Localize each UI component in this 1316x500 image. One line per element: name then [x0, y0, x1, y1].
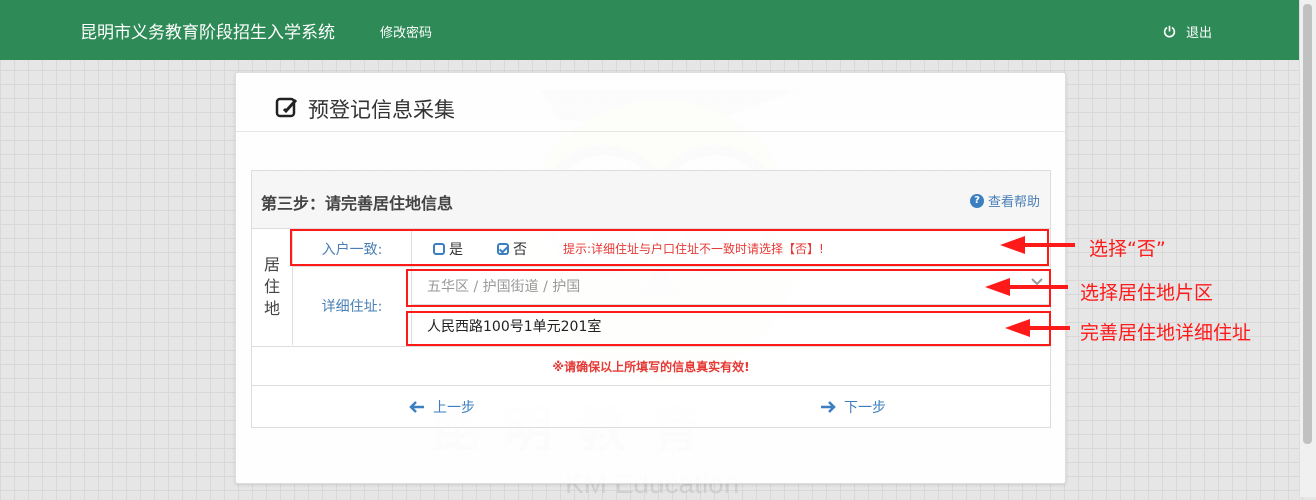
residence-char-2: 住	[263, 277, 280, 296]
residence-char-3: 地	[263, 299, 280, 318]
arrow-left-icon	[409, 401, 424, 413]
arrow-right-icon	[821, 401, 836, 413]
help-label: 查看帮助	[987, 195, 1040, 210]
prev-step-label: 上一步	[433, 400, 475, 416]
logout-button[interactable]: 退出	[1163, 22, 1212, 41]
step-title: 第三步：请完善居住地信息	[261, 194, 454, 213]
highlight-box-address	[406, 311, 1051, 346]
annotation-complete-address: 完善居住地详细住址	[1080, 322, 1252, 344]
notice-row: ※请确保以上所填写的信息真实有效!	[252, 346, 1050, 386]
card-header: 预登记信息采集	[236, 73, 1065, 132]
question-circle-icon: ?	[969, 193, 984, 208]
step-navigation: 上一步 下一步	[252, 385, 1050, 427]
panel-header: 第三步：请完善居住地信息 ? 查看帮助	[252, 171, 1050, 229]
highlight-box-district	[406, 269, 1051, 307]
annotation-select-district: 选择居住地片区	[1080, 282, 1214, 304]
next-step-button[interactable]: 下一步	[820, 397, 886, 417]
address-label: 详细住址:	[321, 299, 383, 315]
change-password-link[interactable]: 修改密码	[380, 22, 432, 41]
logout-label: 退出	[1186, 26, 1213, 41]
power-icon	[1163, 25, 1176, 38]
scrollbar-thumb[interactable]	[1303, 4, 1312, 444]
help-link[interactable]: ? 查看帮助	[969, 191, 1040, 210]
card-title: 预登记信息采集	[308, 98, 455, 122]
highlight-box-option	[290, 229, 1049, 266]
next-step-label: 下一步	[844, 400, 886, 416]
notice-text: ※请确保以上所填写的信息真实有效!	[552, 360, 750, 374]
edit-icon	[275, 97, 298, 118]
page-scrollbar[interactable]	[1299, 0, 1316, 497]
residence-char-1: 居	[263, 255, 280, 274]
top-navbar: 昆明市义务教育阶段招生入学系统 修改密码 退出	[0, 0, 1300, 60]
annotation-select-no: 选择“否”	[1089, 238, 1166, 260]
residence-section-label: 居 住 地	[252, 229, 293, 345]
app-title[interactable]: 昆明市义务教育阶段招生入学系统	[80, 18, 335, 43]
prev-step-button[interactable]: 上一步	[409, 397, 475, 417]
